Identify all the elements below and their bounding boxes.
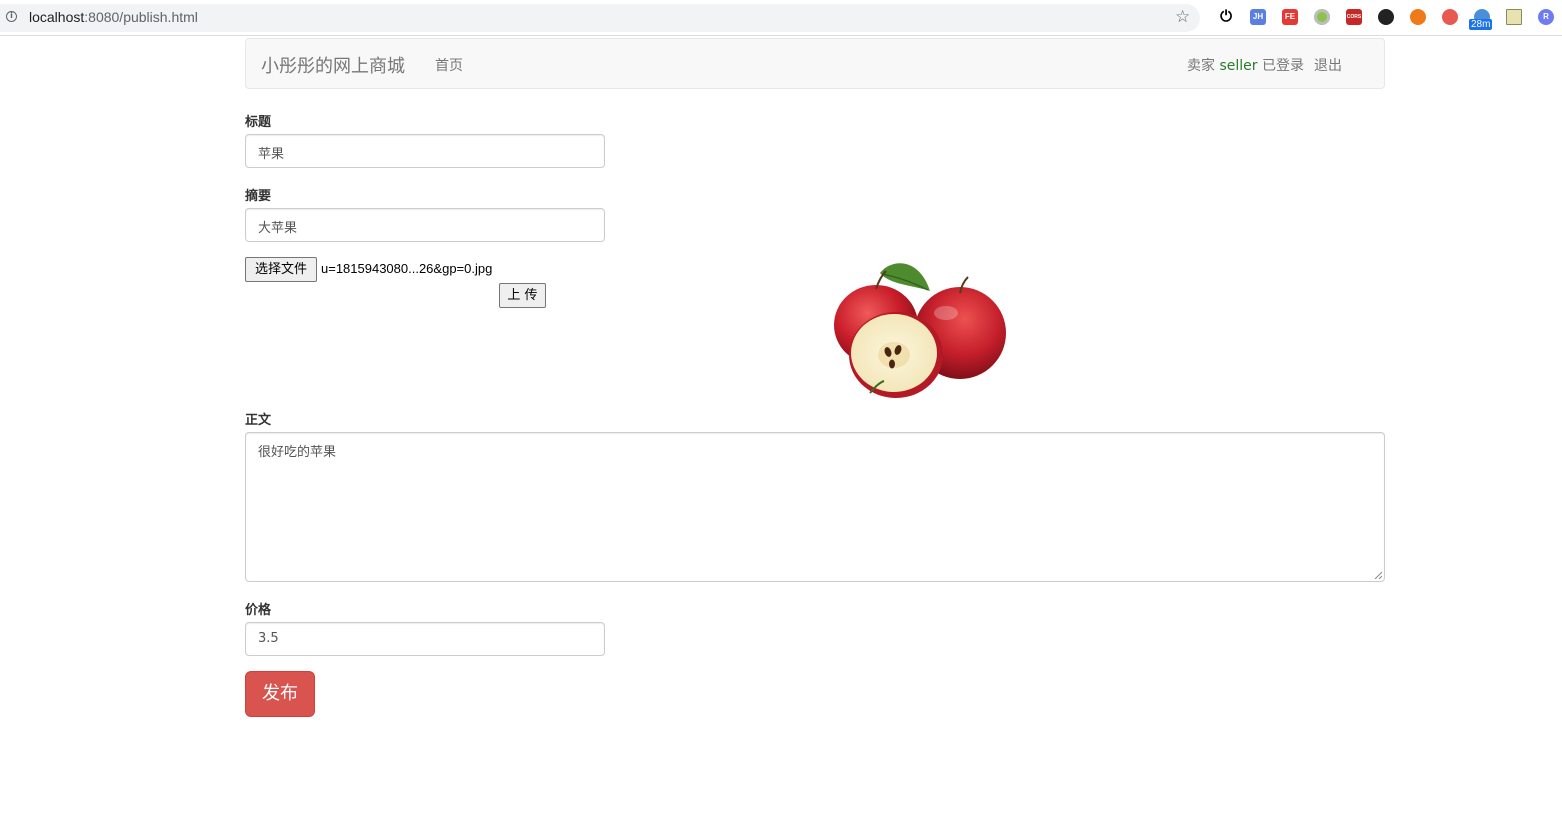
- upload-button[interactable]: 上 传: [499, 283, 546, 308]
- body-textarea[interactable]: 很好吃的苹果: [245, 432, 1385, 582]
- login-status: 卖家 seller 已登录: [1187, 55, 1304, 75]
- resize-grip-icon[interactable]: [1374, 571, 1382, 579]
- selected-file-name: u=1815943080...26&gp=0.jpg: [321, 261, 493, 276]
- site-brand[interactable]: 小彤彤的网上商城: [261, 52, 405, 78]
- body-text: 很好吃的苹果: [258, 445, 337, 460]
- red-extension-icon[interactable]: [1442, 9, 1458, 25]
- fe-extension-icon[interactable]: FE: [1282, 9, 1298, 25]
- nav-home-link[interactable]: 首页: [435, 55, 463, 75]
- orange-extension-icon[interactable]: [1410, 9, 1426, 25]
- summary-label: 摘要: [245, 189, 272, 204]
- notes-extension-icon[interactable]: [1506, 9, 1522, 25]
- info-icon[interactable]: i: [6, 11, 17, 22]
- username: seller: [1219, 58, 1258, 74]
- site-navbar: 小彤彤的网上商城 首页 卖家 seller 已登录 退出: [245, 38, 1385, 89]
- url-host: localhost: [29, 9, 85, 25]
- body-label: 正文: [245, 413, 272, 428]
- jh-extension-icon[interactable]: JH: [1250, 9, 1266, 25]
- timer-badge: 28m: [1469, 19, 1493, 30]
- product-image-preview: [834, 263, 1006, 398]
- title-input[interactable]: 苹果: [245, 134, 605, 168]
- browser-toolbar: i localhost:8080/publish.html ☆ ⏻ JH FE …: [0, 0, 1562, 36]
- cors-extension-icon[interactable]: CORS: [1346, 9, 1362, 25]
- price-input[interactable]: 3.5: [245, 622, 605, 656]
- seller-role-text: 卖家: [1187, 58, 1220, 74]
- logout-link[interactable]: 退出: [1314, 55, 1342, 75]
- logged-in-text: 已登录: [1257, 58, 1304, 74]
- bookmark-star-icon[interactable]: ☆: [1175, 7, 1190, 27]
- address-bar[interactable]: i localhost:8080/publish.html ☆: [0, 4, 1200, 32]
- url-text[interactable]: localhost:8080/publish.html: [29, 9, 198, 25]
- r-extension-icon[interactable]: R: [1538, 9, 1554, 25]
- power-icon[interactable]: ⏻: [1218, 9, 1234, 25]
- url-path: :8080/publish.html: [84, 9, 198, 25]
- price-label: 价格: [245, 603, 272, 618]
- dark-extension-icon[interactable]: [1378, 9, 1394, 25]
- circle-extension-icon[interactable]: [1314, 9, 1330, 25]
- choose-file-button[interactable]: 选择文件: [245, 257, 317, 282]
- title-label: 标题: [245, 115, 272, 130]
- publish-button[interactable]: 发布: [245, 671, 315, 717]
- summary-input[interactable]: 大苹果: [245, 208, 605, 242]
